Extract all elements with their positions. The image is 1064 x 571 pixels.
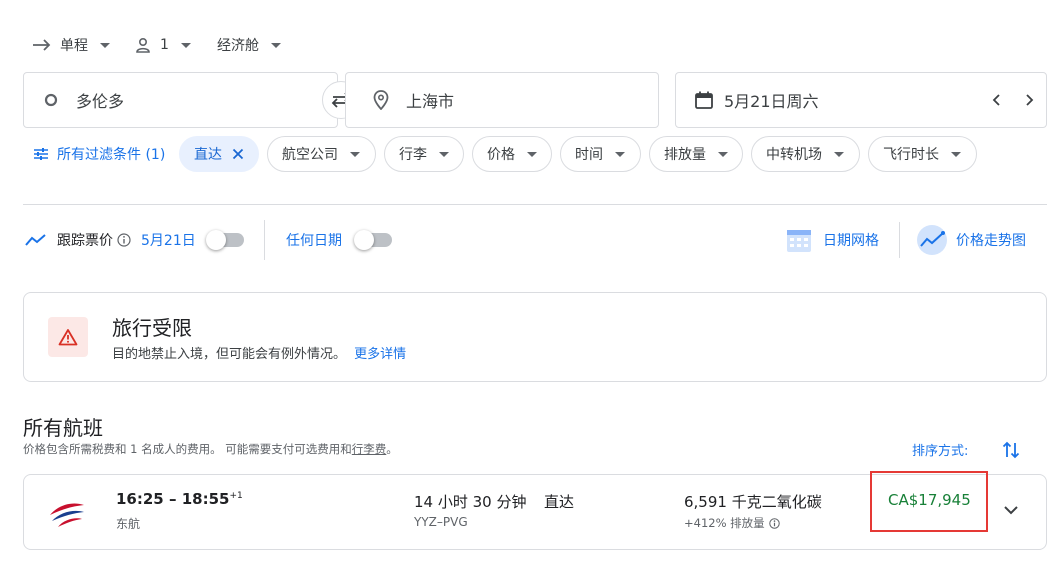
info-icon[interactable]	[768, 517, 780, 529]
price-graph-button[interactable]: 价格走势图	[916, 225, 1026, 255]
section-divider	[23, 204, 1047, 205]
filter-sliders-icon	[34, 148, 48, 160]
chevron-down-icon	[527, 151, 537, 157]
results-note-suffix: 。	[386, 442, 398, 456]
passengers-select[interactable]: 1	[134, 34, 191, 56]
filter-chip-label: 直达	[194, 147, 222, 163]
filter-chip-label: 时间	[575, 147, 603, 163]
date-grid-label: 日期网格	[823, 233, 879, 249]
location-pin-icon	[373, 90, 389, 110]
track-prices-label: 跟踪票价	[57, 233, 113, 249]
expand-chevron-icon[interactable]	[1003, 505, 1019, 515]
emissions-delta-row: +412% 排放量	[684, 515, 780, 531]
filter-chip-label: 排放量	[664, 147, 706, 163]
info-icon[interactable]	[117, 233, 131, 247]
chevron-down-icon	[439, 151, 449, 157]
flight-stops: 直达	[544, 493, 575, 511]
all-filters-label: 所有过滤条件 (1)	[57, 147, 166, 163]
origin-value: 多伦多	[76, 92, 125, 111]
chevron-down-icon	[718, 151, 728, 157]
filter-chip-label: 飞行时长	[883, 147, 939, 163]
results-note: 价格包含所需税费和 1 名成人的费用。 可能需要支付可选费用和行李费。	[23, 441, 398, 457]
flight-route: YYZ–PVG	[414, 515, 468, 529]
vertical-separator	[264, 220, 265, 260]
results-note-text: 价格包含所需税费和 1 名成人的费用。 可能需要支付可选费用和	[23, 442, 352, 456]
china-eastern-logo	[50, 503, 84, 527]
flight-duration: 14 小时 30 分钟	[414, 493, 527, 511]
filter-chip-bags[interactable]: 行李	[384, 136, 464, 172]
travel-restriction-card: 旅行受限 目的地禁止入境，但可能会有例外情况。 更多详情	[23, 292, 1047, 382]
warning-triangle-icon	[58, 329, 78, 346]
warning-badge	[48, 317, 88, 357]
restriction-body: 目的地禁止入境，但可能会有例外情况。	[112, 347, 347, 362]
any-dates-row: 任何日期	[286, 228, 392, 252]
filter-chip-price[interactable]: 价格	[472, 136, 552, 172]
chevron-down-icon	[350, 151, 360, 157]
date-value: 5月21日周六	[724, 92, 819, 111]
arrow-right-icon	[33, 39, 51, 51]
cabin-label: 经济舱	[217, 38, 259, 54]
trend-line-icon	[25, 234, 46, 246]
filter-chip-connecting-airports[interactable]: 中转机场	[751, 136, 860, 172]
close-icon[interactable]	[232, 148, 244, 160]
chevron-down-icon	[615, 151, 625, 157]
destination-value: 上海市	[406, 92, 455, 111]
person-icon	[136, 37, 150, 53]
filter-chip-label: 行李	[399, 147, 427, 163]
flight-emissions: 6,591 千克二氧化碳	[684, 493, 822, 511]
origin-field[interactable]: 多伦多	[23, 72, 338, 128]
sort-by-label[interactable]: 排序方式:	[912, 440, 968, 459]
chevron-down-icon	[834, 151, 844, 157]
more-details-link[interactable]: 更多详情	[354, 347, 406, 362]
any-dates-toggle[interactable]	[354, 230, 392, 250]
filter-chip-airlines[interactable]: 航空公司	[267, 136, 376, 172]
airline-name: 东航	[116, 517, 141, 531]
all-filters-button[interactable]: 所有过滤条件 (1)	[33, 144, 165, 164]
day-offset: +1	[229, 491, 243, 501]
bag-fees-link[interactable]: 行李费	[352, 442, 387, 456]
trip-type-select[interactable]: 单程	[32, 34, 110, 56]
flight-times: 16:25 – 18:55+1	[116, 490, 243, 508]
price-graph-icon	[917, 225, 947, 255]
track-prices-row: 跟踪票价 5月21日	[25, 228, 244, 252]
origin-circle-icon	[44, 93, 58, 107]
chevron-down-icon	[951, 151, 961, 157]
filter-chip-label: 中转机场	[766, 147, 822, 163]
chevron-down-icon	[100, 42, 110, 48]
sort-arrows-icon[interactable]	[1002, 440, 1020, 460]
price-graph-label: 价格走势图	[956, 233, 1026, 249]
cabin-select[interactable]: 经济舱	[217, 34, 281, 56]
filter-chip-nonstop[interactable]: 直达	[179, 136, 259, 172]
chevron-down-icon	[271, 42, 281, 48]
destination-field[interactable]: 上海市	[345, 72, 659, 128]
date-grid-icon	[787, 230, 811, 252]
track-date-label: 5月21日	[141, 233, 196, 249]
track-date-toggle[interactable]	[205, 230, 244, 250]
filter-chip-duration[interactable]: 飞行时长	[868, 136, 977, 172]
filter-chip-times[interactable]: 时间	[560, 136, 641, 172]
chevron-right-icon[interactable]	[1023, 93, 1035, 107]
flight-times-text: 16:25 – 18:55	[116, 490, 230, 508]
filter-chip-label: 航空公司	[282, 147, 338, 163]
date-field[interactable]: 5月21日周六	[675, 72, 1047, 128]
filter-chip-label: 价格	[487, 147, 515, 163]
date-grid-button[interactable]: 日期网格	[785, 228, 879, 252]
vertical-separator	[899, 222, 900, 258]
filter-chip-emissions[interactable]: 排放量	[649, 136, 743, 172]
calendar-icon	[695, 91, 713, 109]
trip-type-label: 单程	[60, 38, 88, 54]
price-highlight-box	[870, 471, 988, 532]
passengers-count: 1	[160, 37, 169, 53]
emissions-delta: +412% 排放量	[684, 516, 765, 530]
chevron-left-icon[interactable]	[991, 93, 1003, 107]
restriction-body-line: 目的地禁止入境，但可能会有例外情况。 更多详情	[112, 343, 406, 362]
results-heading: 所有航班	[23, 416, 103, 440]
any-dates-label: 任何日期	[286, 233, 342, 249]
chevron-down-icon	[180, 42, 191, 48]
restriction-title: 旅行受限	[112, 316, 192, 340]
